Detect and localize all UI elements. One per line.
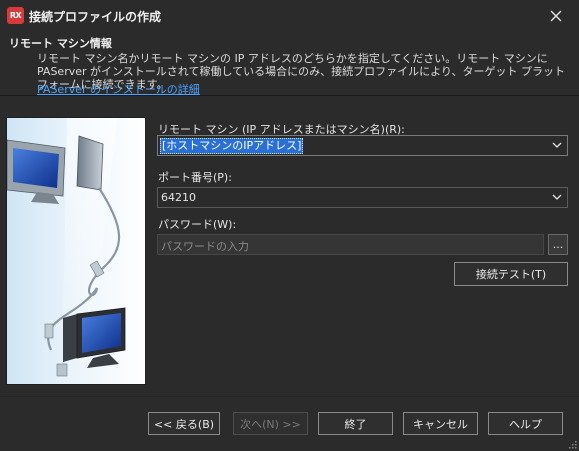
test-connection-button[interactable]: 接続テスト(T) (454, 262, 568, 286)
header-title: リモート マシン情報 (9, 37, 112, 50)
help-button[interactable]: ヘルプ (488, 412, 563, 435)
title-bar: RX 接続プロファイルの作成 (0, 0, 579, 31)
close-icon (550, 10, 562, 22)
back-button[interactable]: << 戻る(B) (148, 412, 220, 435)
wizard-header: リモート マシン情報 リモート マシン名かリモート マシンの IP アドレスのど… (0, 31, 579, 96)
next-button[interactable]: 次へ(N) >> (233, 412, 308, 435)
resize-grip-icon[interactable] (567, 439, 577, 449)
port-value[interactable]: 64210 (161, 191, 196, 204)
port-combobox[interactable]: 64210 (157, 187, 568, 208)
remote-machine-combobox[interactable]: [ホストマシンのIPアドレス] (157, 135, 568, 156)
network-computers-illustration (6, 117, 146, 385)
password-placeholder: パスワードの入力 (161, 240, 249, 253)
password-input[interactable]: パスワードの入力 (157, 234, 544, 255)
close-button[interactable] (542, 4, 570, 28)
remote-machine-value[interactable]: [ホストマシンのIPアドレス] (160, 138, 304, 154)
password-browse-button[interactable]: ... (548, 234, 568, 255)
finish-button[interactable]: 終了 (318, 412, 393, 435)
password-label: パスワード(W): (158, 218, 237, 231)
cancel-button[interactable]: キャンセル (403, 412, 478, 435)
port-label: ポート番号(P): (158, 171, 232, 184)
window-title: 接続プロファイルの作成 (29, 10, 162, 24)
paserver-install-link[interactable]: PAServer のインストールの詳細 (37, 81, 200, 97)
app-icon: RX (7, 7, 24, 24)
footer-divider (0, 396, 579, 397)
chevron-down-icon[interactable] (552, 142, 562, 149)
chevron-down-icon[interactable] (552, 194, 562, 201)
